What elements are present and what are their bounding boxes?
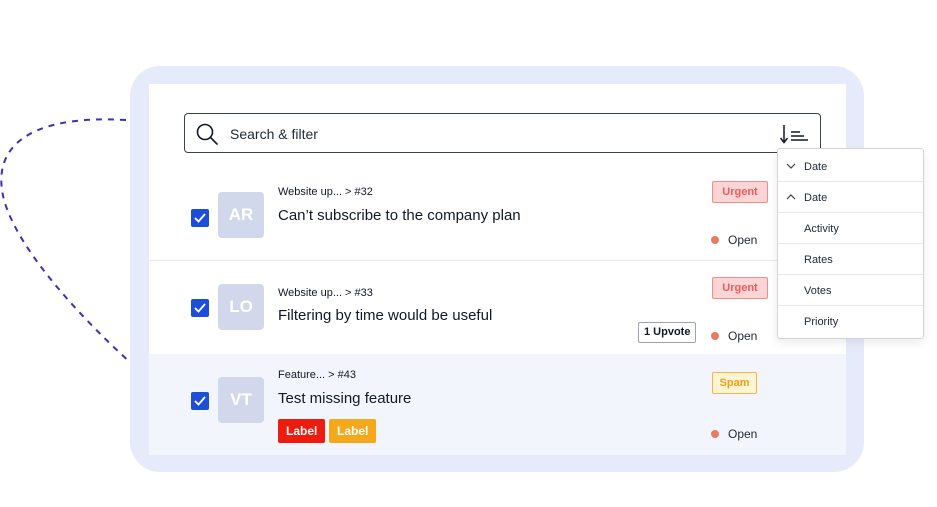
spam-tag: Spam	[712, 372, 757, 394]
ticket-breadcrumb[interactable]: Feature... > #43	[278, 369, 356, 381]
sort-option-rates[interactable]: Rates	[778, 244, 923, 275]
search-input[interactable]: Search & filter	[230, 126, 318, 142]
ticket-row[interactable]: LO Website up... > #33 Filtering by time…	[149, 260, 846, 355]
row-checkbox[interactable]	[191, 392, 209, 410]
sort-option-date-desc[interactable]: Date	[778, 151, 923, 182]
search-bar[interactable]: Search & filter	[184, 113, 821, 153]
ticket-row[interactable]: VT Feature... > #43 Test missing feature…	[149, 354, 846, 455]
ticket-title[interactable]: Filtering by time would be useful	[278, 307, 492, 324]
status-indicator: Open	[711, 427, 757, 441]
sort-option-label: Rates	[804, 254, 833, 266]
status-text: Open	[728, 329, 758, 343]
status-dot-icon	[711, 429, 719, 438]
sort-option-activity[interactable]: Activity	[778, 213, 923, 244]
chevron-down-icon	[786, 163, 796, 169]
sort-option-label: Priority	[804, 316, 839, 328]
ticket-row[interactable]: AR Website up... > #32 Can’t subscribe t…	[149, 174, 846, 260]
checkmark-icon	[194, 213, 206, 223]
ticket-title[interactable]: Test missing feature	[278, 390, 411, 407]
checkmark-icon	[194, 396, 206, 406]
sort-option-date-asc[interactable]: Date	[778, 182, 923, 213]
avatar: LO	[218, 284, 264, 330]
sort-option-priority[interactable]: Priority	[778, 306, 923, 337]
chevron-up-icon	[786, 194, 796, 200]
ticket-breadcrumb[interactable]: Website up... > #32	[278, 186, 373, 198]
sort-descending-icon[interactable]	[780, 123, 810, 145]
ticket-title[interactable]: Can’t subscribe to the company plan	[278, 207, 521, 224]
sort-option-votes[interactable]: Votes	[778, 275, 923, 306]
label-chip-orange[interactable]: Label	[329, 419, 377, 443]
status-indicator: Open	[711, 233, 757, 247]
upvote-button[interactable]: 1 Upvote	[638, 322, 697, 343]
avatar: AR	[218, 192, 264, 238]
sort-dropdown: Date Date Activity Rates Votes Priority	[777, 148, 924, 339]
sort-option-label: Date	[804, 161, 828, 173]
search-icon	[196, 123, 218, 145]
urgent-tag: Urgent	[712, 181, 768, 203]
row-checkbox[interactable]	[191, 209, 209, 227]
row-checkbox[interactable]	[191, 299, 209, 317]
status-text: Open	[728, 427, 758, 441]
ticket-breadcrumb[interactable]: Website up... > #33	[278, 287, 373, 299]
status-dot-icon	[711, 235, 719, 244]
status-indicator: Open	[711, 329, 757, 343]
sort-option-label: Votes	[804, 285, 832, 297]
sort-option-label: Date	[804, 192, 828, 204]
status-dot-icon	[711, 331, 719, 340]
urgent-tag: Urgent	[712, 277, 768, 299]
sort-option-label: Activity	[804, 223, 839, 235]
ticket-list-panel: Search & filter AR Website up... > #32 C…	[149, 84, 846, 455]
avatar: VT	[218, 377, 264, 423]
label-chip-red[interactable]: Label	[278, 419, 326, 443]
checkmark-icon	[194, 303, 206, 313]
status-text: Open	[728, 233, 758, 247]
